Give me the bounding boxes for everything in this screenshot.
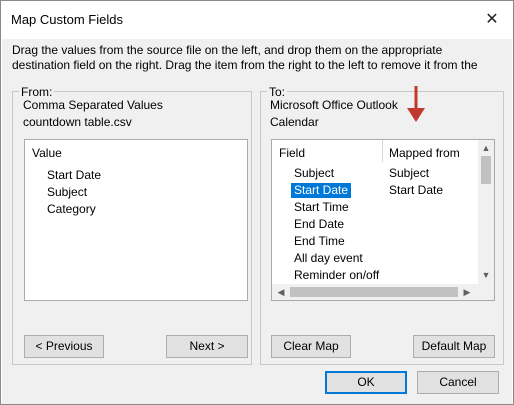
from-group: From: Comma Separated Values countdown t… [12, 85, 252, 365]
to-col-mapped-header[interactable]: Mapped from [389, 146, 460, 160]
to-field-list[interactable]: Field Mapped from Subject Subject Start … [271, 139, 495, 301]
close-icon[interactable]: ✕ [477, 7, 507, 33]
to-field-item[interactable]: Reminder on/off [294, 268, 379, 283]
to-mapped-item: Subject [389, 166, 430, 180]
to-target-app: Microsoft Office Outlook [270, 98, 398, 112]
instructions-line-2: destination field on the right. Drag the… [12, 58, 478, 72]
to-field-item[interactable]: All day event [294, 251, 363, 266]
clear-map-button[interactable]: Clear Map [271, 335, 351, 358]
dialog-body: Drag the values from the source file on … [2, 39, 512, 404]
from-list-item[interactable]: Subject [47, 185, 87, 200]
to-field-item[interactable]: Subject [294, 166, 334, 181]
scrollbar-thumb[interactable] [290, 287, 458, 297]
title-bar: Map Custom Fields ✕ [1, 1, 513, 39]
previous-button[interactable]: < Previous [24, 335, 104, 358]
scroll-down-icon[interactable]: ▼ [479, 268, 493, 282]
instructions-line-1: Drag the values from the source file on … [12, 43, 443, 57]
to-field-item[interactable]: End Time [294, 234, 345, 249]
to-caption: To: [267, 85, 288, 99]
horizontal-scrollbar[interactable]: ◀ ▶ [272, 284, 494, 300]
scrollbar-thumb[interactable] [481, 156, 491, 184]
scroll-left-icon[interactable]: ◀ [274, 285, 288, 299]
to-group: To: Microsoft Office Outlook Calendar Fi… [260, 85, 504, 365]
to-field-item-selected[interactable]: Start Date [291, 183, 352, 198]
scroll-up-icon[interactable]: ▲ [479, 141, 493, 155]
to-col-field-header[interactable]: Field [279, 146, 305, 160]
from-list-item[interactable]: Category [47, 202, 96, 217]
to-mapped-item: Start Date [389, 183, 444, 197]
from-list-header: Value [32, 146, 62, 160]
to-target-folder: Calendar [270, 115, 319, 129]
to-field-item[interactable]: End Date [294, 217, 344, 232]
default-map-button[interactable]: Default Map [413, 335, 495, 358]
dialog-title: Map Custom Fields [11, 12, 123, 27]
vertical-scrollbar[interactable]: ▲ ▼ [478, 140, 494, 284]
instructions-text: Drag the values from the source file on … [12, 43, 504, 73]
from-value-list[interactable]: Value Start Date Subject Category [24, 139, 248, 301]
from-list-item[interactable]: Start Date [47, 168, 101, 183]
from-file-name: countdown table.csv [23, 115, 132, 129]
from-caption: From: [19, 85, 55, 99]
cancel-button[interactable]: Cancel [417, 371, 499, 394]
map-custom-fields-dialog: Map Custom Fields ✕ Drag the values from… [0, 0, 514, 405]
next-button[interactable]: Next > [166, 335, 248, 358]
from-source-type: Comma Separated Values [23, 98, 163, 112]
scroll-right-icon[interactable]: ▶ [460, 285, 474, 299]
to-field-item[interactable]: Start Time [294, 200, 349, 215]
column-separator[interactable] [382, 140, 383, 162]
ok-button[interactable]: OK [325, 371, 407, 394]
annotation-arrow-icon [407, 86, 425, 122]
